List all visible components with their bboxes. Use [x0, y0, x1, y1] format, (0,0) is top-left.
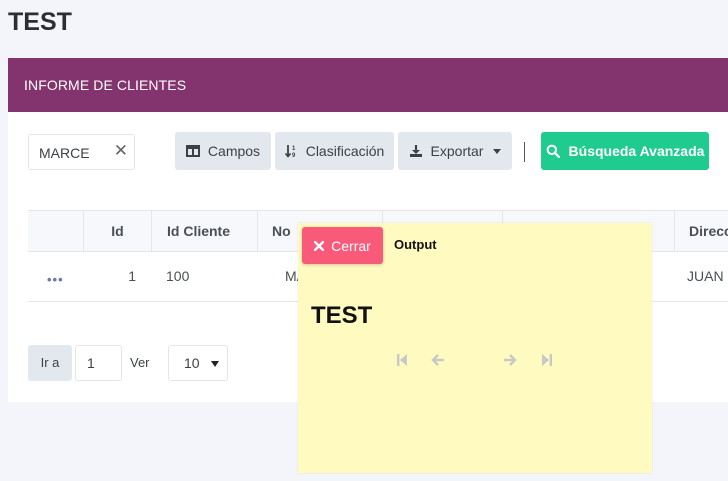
cerrar-label: Cerrar — [331, 237, 371, 254]
svg-text:9: 9 — [292, 153, 296, 158]
cerrar-button[interactable]: Cerrar — [302, 227, 383, 264]
busqueda-avanzada-label: Búsqueda Avanzada — [568, 143, 705, 159]
clasificacion-label: Clasificación — [305, 143, 385, 159]
cell-direccion: JUAN D — [687, 268, 728, 284]
column-header-id-cliente[interactable]: Id Cliente — [151, 211, 257, 253]
popup-heading: TEST — [311, 302, 373, 329]
toolbar-divider — [524, 142, 525, 162]
campos-label: Campos — [207, 143, 261, 159]
page-size-label: Ver — [130, 355, 150, 370]
select-caret-icon — [211, 361, 219, 367]
busqueda-avanzada-button[interactable]: Búsqueda Avanzada — [541, 132, 709, 170]
columns-icon — [185, 145, 200, 157]
search-icon — [546, 144, 560, 158]
toolbar: MARCE ✕ Campos 1 9 Clasificación Exporta… — [8, 132, 728, 172]
exportar-label: Exportar — [430, 143, 484, 159]
sort-icon: 1 9 — [284, 145, 296, 158]
exportar-button[interactable]: Exportar — [398, 132, 512, 170]
cell-id: 1 — [128, 268, 136, 284]
page-title: TEST — [8, 8, 72, 36]
first-page-icon[interactable] — [396, 353, 408, 367]
close-icon — [314, 240, 325, 251]
popup-title: Output — [394, 237, 437, 252]
campos-button[interactable]: Campos — [175, 132, 271, 170]
svg-text:1: 1 — [292, 146, 296, 152]
column-header-actions — [28, 211, 83, 253]
page-size-value: 10 — [184, 355, 200, 371]
page-number-input[interactable]: 1 — [75, 345, 122, 381]
row-actions-icon[interactable]: ••• — [47, 272, 64, 287]
search-input[interactable]: MARCE ✕ — [28, 134, 135, 170]
prev-page-icon[interactable] — [431, 353, 445, 367]
output-popup: Cerrar Output TEST — [298, 223, 652, 473]
next-page-icon[interactable] — [503, 353, 517, 367]
go-to-page-label: Ir a — [28, 345, 72, 381]
last-page-icon[interactable] — [541, 353, 553, 367]
report-header: INFORME DE CLIENTES — [8, 58, 728, 112]
chevron-down-icon — [493, 148, 502, 154]
download-icon — [409, 145, 422, 157]
cell-id-cliente: 100 — [166, 268, 190, 284]
page-size-select[interactable]: 10 — [168, 345, 228, 381]
column-header-id[interactable]: Id — [83, 211, 151, 253]
clasificacion-button[interactable]: 1 9 Clasificación — [275, 132, 394, 170]
search-value: MARCE — [39, 145, 90, 161]
clear-search-icon[interactable]: ✕ — [114, 141, 128, 161]
column-header-direccion[interactable]: Direcci — [674, 211, 728, 253]
